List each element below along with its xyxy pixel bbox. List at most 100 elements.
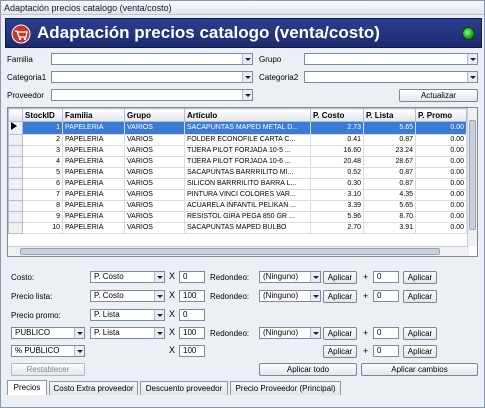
cell-familia[interactable]: PAPELERIA [62, 167, 125, 179]
cell-p-costo[interactable]: 0.52 [310, 167, 364, 179]
cell-grupo[interactable]: VARIOS [124, 134, 185, 146]
publico-aplicar-button[interactable]: Aplicar [403, 327, 437, 340]
restablecer-button[interactable]: Restablecer [11, 363, 85, 376]
cell-stockid[interactable]: 9 [22, 211, 63, 223]
precio-promo-base-select[interactable]: P. Lista [90, 309, 165, 321]
vertical-scroll-thumb[interactable] [469, 120, 476, 230]
row-header[interactable] [8, 156, 23, 168]
cell-p-promo[interactable]: 0.00 [415, 167, 467, 179]
tab-precio-proveedor-principal[interactable]: Precio Proveedor (Principal) [230, 381, 341, 395]
vertical-scrollbar[interactable] [467, 108, 477, 246]
cell-articulo[interactable]: SACAPUNTAS MAPED BULBO [184, 222, 311, 234]
cell-p-lista[interactable]: 5.65 [363, 200, 416, 212]
tab-precios[interactable]: Precios [7, 380, 47, 395]
chevron-down-icon[interactable] [74, 346, 84, 356]
proveedor-select[interactable] [51, 89, 253, 101]
familia-select[interactable] [51, 53, 253, 65]
cell-grupo[interactable]: VARIOS [124, 189, 185, 201]
chevron-down-icon[interactable] [74, 328, 84, 338]
cell-articulo[interactable]: TIJERA PILOT FORJADA 10-6 ... [184, 156, 311, 168]
row-header[interactable] [8, 222, 23, 234]
cell-p-lista[interactable]: 4.35 [363, 189, 416, 201]
costo-extra-input[interactable]: 0 [373, 271, 399, 283]
precio-lista-extra-input[interactable]: 0 [373, 290, 399, 302]
cell-stockid[interactable]: 4 [22, 156, 63, 168]
row-header[interactable] [8, 211, 23, 223]
cell-p-lista[interactable]: 23.24 [363, 145, 416, 157]
cell-p-lista[interactable]: 0.87 [363, 134, 416, 146]
row-header[interactable] [8, 134, 23, 146]
cell-p-costo[interactable]: 16.60 [310, 145, 364, 157]
cell-stockid[interactable]: 1 [22, 121, 63, 135]
cell-familia[interactable]: PAPELERIA [62, 222, 125, 234]
cell-stockid[interactable]: 6 [22, 178, 63, 190]
categoria1-select[interactable] [51, 71, 253, 83]
cell-articulo[interactable]: SACAPUNTAS BARRRILITO MI... [184, 167, 311, 179]
precio-promo-factor-input[interactable]: 0 [179, 309, 205, 321]
cell-p-promo[interactable]: 0.00 [415, 121, 467, 135]
table-row[interactable]: 2 PAPELERIA VARIOS FOLDER ECONOFILE CARTA C… [8, 134, 467, 146]
table-row[interactable]: 9 PAPELERIA VARIOS RESISTOL GIRA PEGA 850 G… [8, 211, 467, 223]
publico-redondeo-select[interactable]: (Ninguno) [259, 327, 321, 339]
column-header-p-lista[interactable]: P. Lista [363, 108, 416, 122]
percent-publico-extra-input[interactable]: 0 [373, 345, 399, 357]
publico-price-select[interactable]: PUBLICO [11, 327, 85, 339]
row-header[interactable] [8, 145, 23, 157]
cell-p-promo[interactable]: 0.00 [415, 222, 467, 234]
chevron-down-icon[interactable] [310, 272, 320, 282]
cell-grupo[interactable]: VARIOS [124, 121, 185, 135]
chevron-down-icon[interactable] [154, 272, 164, 282]
column-header-grupo[interactable]: Grupo [124, 108, 185, 122]
cell-articulo[interactable]: RESISTOL GIRA PEGA 850 GR ... [184, 211, 311, 223]
cell-p-costo[interactable]: 5.96 [310, 211, 364, 223]
cell-familia[interactable]: PAPELERIA [62, 189, 125, 201]
row-header[interactable] [8, 121, 23, 135]
products-grid[interactable]: StockID Familia Grupo Artículo P. Costo … [7, 107, 478, 257]
column-header-familia[interactable]: Familia [62, 108, 125, 122]
cell-p-costo[interactable]: 0.30 [310, 178, 364, 190]
tab-costo-extra-proveedor[interactable]: Costo Extra proveedor [49, 381, 138, 395]
precio-lista-aplicar-button[interactable]: Aplicar [403, 290, 437, 303]
table-row[interactable]: 8 PAPELERIA VARIOS ACUARELA INFANTIL PELIKA… [8, 200, 467, 212]
costo-aplicar-redondeo-button[interactable]: Aplicar [323, 271, 357, 284]
cell-grupo[interactable]: VARIOS [124, 178, 185, 190]
percent-publico-aplicar-redondeo-button[interactable]: Aplicar [323, 345, 357, 358]
cell-familia[interactable]: PAPELERIA [62, 121, 125, 135]
column-header-p-promo[interactable]: P. Promo [415, 108, 467, 122]
cell-p-lista[interactable]: 28.67 [363, 156, 416, 168]
table-row[interactable]: 3 PAPELERIA VARIOS TIJERA PILOT FORJADA 10-… [8, 145, 467, 157]
cell-p-costo[interactable]: 2.73 [310, 121, 364, 135]
row-header[interactable] [8, 189, 23, 201]
cell-stockid[interactable]: 3 [22, 145, 63, 157]
costo-factor-input[interactable]: 0 [179, 271, 205, 283]
chevron-down-icon[interactable] [467, 72, 477, 82]
row-header[interactable] [8, 178, 23, 190]
chevron-down-icon[interactable] [310, 291, 320, 301]
categoria2-select[interactable] [304, 71, 478, 83]
cell-stockid[interactable]: 5 [22, 167, 63, 179]
publico-factor-input[interactable]: 100 [179, 327, 205, 339]
percent-publico-factor-input[interactable]: 100 [179, 345, 205, 357]
chevron-down-icon[interactable] [242, 72, 252, 82]
row-header[interactable] [8, 167, 23, 179]
row-header[interactable] [8, 200, 23, 212]
cell-familia[interactable]: PAPELERIA [62, 156, 125, 168]
cell-p-lista[interactable]: 3.91 [363, 222, 416, 234]
costo-aplicar-button[interactable]: Aplicar [403, 271, 437, 284]
cell-p-promo[interactable]: 0.00 [415, 211, 467, 223]
percent-publico-select[interactable]: % PUBLICO [11, 345, 85, 357]
cell-articulo[interactable]: FOLDER ECONOFILE CARTA C... [184, 134, 311, 146]
horizontal-scroll-thumb[interactable] [20, 248, 440, 255]
cell-grupo[interactable]: VARIOS [124, 222, 185, 234]
publico-extra-input[interactable]: 0 [373, 327, 399, 339]
precio-lista-redondeo-select[interactable]: (Ninguno) [259, 290, 321, 302]
cell-articulo[interactable]: SACAPUNTAS MAPED METAL D... [184, 121, 311, 135]
cell-familia[interactable]: PAPELERIA [62, 200, 125, 212]
cell-p-promo[interactable]: 0.00 [415, 200, 467, 212]
horizontal-scrollbar[interactable] [8, 246, 469, 256]
cell-p-promo[interactable]: 0.00 [415, 156, 467, 168]
cell-stockid[interactable]: 2 [22, 134, 63, 146]
column-header-p-costo[interactable]: P. Costo [310, 108, 364, 122]
publico-aplicar-redondeo-button[interactable]: Aplicar [323, 327, 357, 340]
cell-stockid[interactable]: 10 [22, 222, 63, 234]
